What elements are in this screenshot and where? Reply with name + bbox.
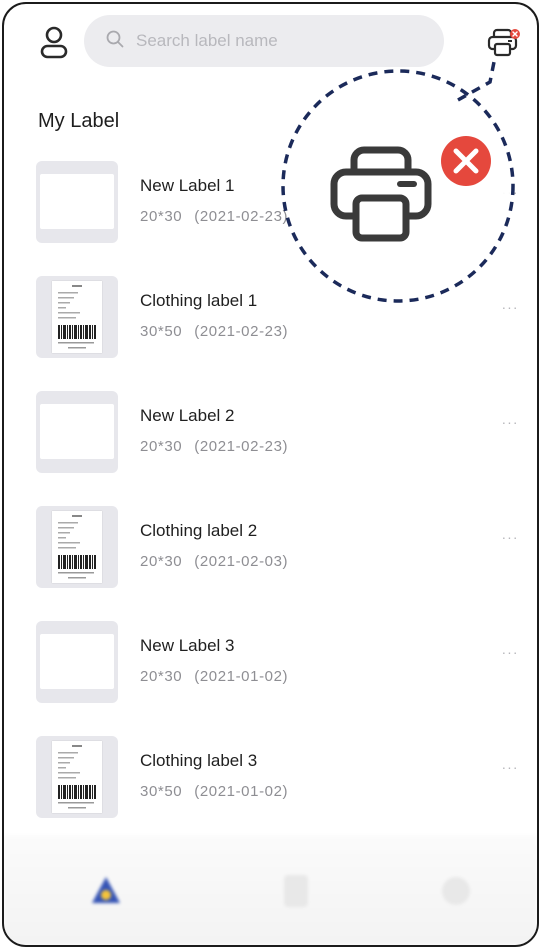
label-meta: 20*30 (2021-01-02) bbox=[140, 668, 288, 685]
label-meta: 20*30 (2021-02-03) bbox=[140, 553, 288, 570]
label-thumbnail bbox=[36, 736, 118, 818]
bottom-tab-bar bbox=[4, 835, 537, 945]
more-icon[interactable]: ··· bbox=[497, 184, 523, 204]
more-icon[interactable]: ··· bbox=[497, 644, 523, 664]
label-thumbnail bbox=[36, 161, 118, 243]
label-name: New Label 2 bbox=[140, 406, 235, 425]
label-meta: 20*30 (2021-02-23) bbox=[140, 208, 288, 225]
label-thumbnail bbox=[36, 506, 118, 588]
label-date: (2021-02-23) bbox=[194, 208, 289, 225]
printer-icon bbox=[487, 28, 520, 57]
more-icon[interactable]: ··· bbox=[497, 299, 523, 319]
label-size: 20*30 bbox=[140, 208, 183, 225]
label-name: New Label 1 bbox=[140, 176, 235, 195]
search-bar[interactable] bbox=[84, 15, 444, 67]
tab-icon[interactable] bbox=[266, 861, 326, 921]
label-size: 20*30 bbox=[140, 438, 183, 455]
label-meta: 30*50 (2021-01-02) bbox=[140, 783, 288, 800]
search-input[interactable] bbox=[134, 30, 388, 52]
tab-icon[interactable] bbox=[426, 861, 486, 921]
label-thumbnail bbox=[36, 621, 118, 703]
label-name: Clothing label 3 bbox=[140, 751, 258, 770]
label-date: (2021-02-23) bbox=[194, 323, 289, 340]
label-size: 30*50 bbox=[140, 783, 183, 800]
label-date: (2021-02-23) bbox=[194, 438, 289, 455]
label-date: (2021-01-02) bbox=[194, 783, 289, 800]
label-thumbnail bbox=[36, 391, 118, 473]
label-meta: 20*30 (2021-02-23) bbox=[140, 438, 288, 455]
label-name: New Label 3 bbox=[140, 636, 235, 655]
label-size: 20*30 bbox=[140, 553, 183, 570]
label-size: 20*30 bbox=[140, 668, 183, 685]
header-bar bbox=[4, 4, 537, 74]
label-meta: 30*50 (2021-02-23) bbox=[140, 323, 288, 340]
list-item[interactable]: Clothing label 3 30*50 (2021-01-02) ··· bbox=[4, 717, 537, 832]
label-name: Clothing label 1 bbox=[140, 291, 258, 310]
label-name: Clothing label 2 bbox=[140, 521, 258, 540]
list-item[interactable]: Clothing label 2 20*30 (2021-02-03) ··· bbox=[4, 487, 537, 602]
label-date: (2021-02-03) bbox=[194, 553, 289, 570]
more-icon[interactable]: ··· bbox=[497, 759, 523, 779]
more-icon[interactable]: ··· bbox=[497, 529, 523, 549]
list-item[interactable]: New Label 1 20*30 (2021-02-23) ··· bbox=[4, 142, 537, 257]
list-item[interactable]: Clothing label 1 30*50 (2021-02-23) ··· bbox=[4, 257, 537, 372]
tab-icon[interactable] bbox=[76, 861, 136, 921]
label-date: (2021-01-02) bbox=[194, 668, 289, 685]
section-title: My Label bbox=[38, 110, 120, 132]
printer-status-button[interactable] bbox=[487, 28, 521, 58]
list-item[interactable]: New Label 3 20*30 (2021-01-02) ··· bbox=[4, 602, 537, 717]
label-size: 30*50 bbox=[140, 323, 183, 340]
label-thumbnail bbox=[36, 276, 118, 358]
user-icon[interactable] bbox=[38, 24, 70, 60]
more-icon[interactable]: ··· bbox=[497, 414, 523, 434]
list-item[interactable]: New Label 2 20*30 (2021-02-23) ··· bbox=[4, 372, 537, 487]
label-list: New Label 1 20*30 (2021-02-23) ··· Cloth… bbox=[4, 142, 537, 832]
app-screen: My Label New Label 1 20*30 (2021-02-23) ·… bbox=[2, 2, 539, 947]
search-icon bbox=[106, 30, 124, 53]
error-badge-icon bbox=[510, 29, 520, 39]
